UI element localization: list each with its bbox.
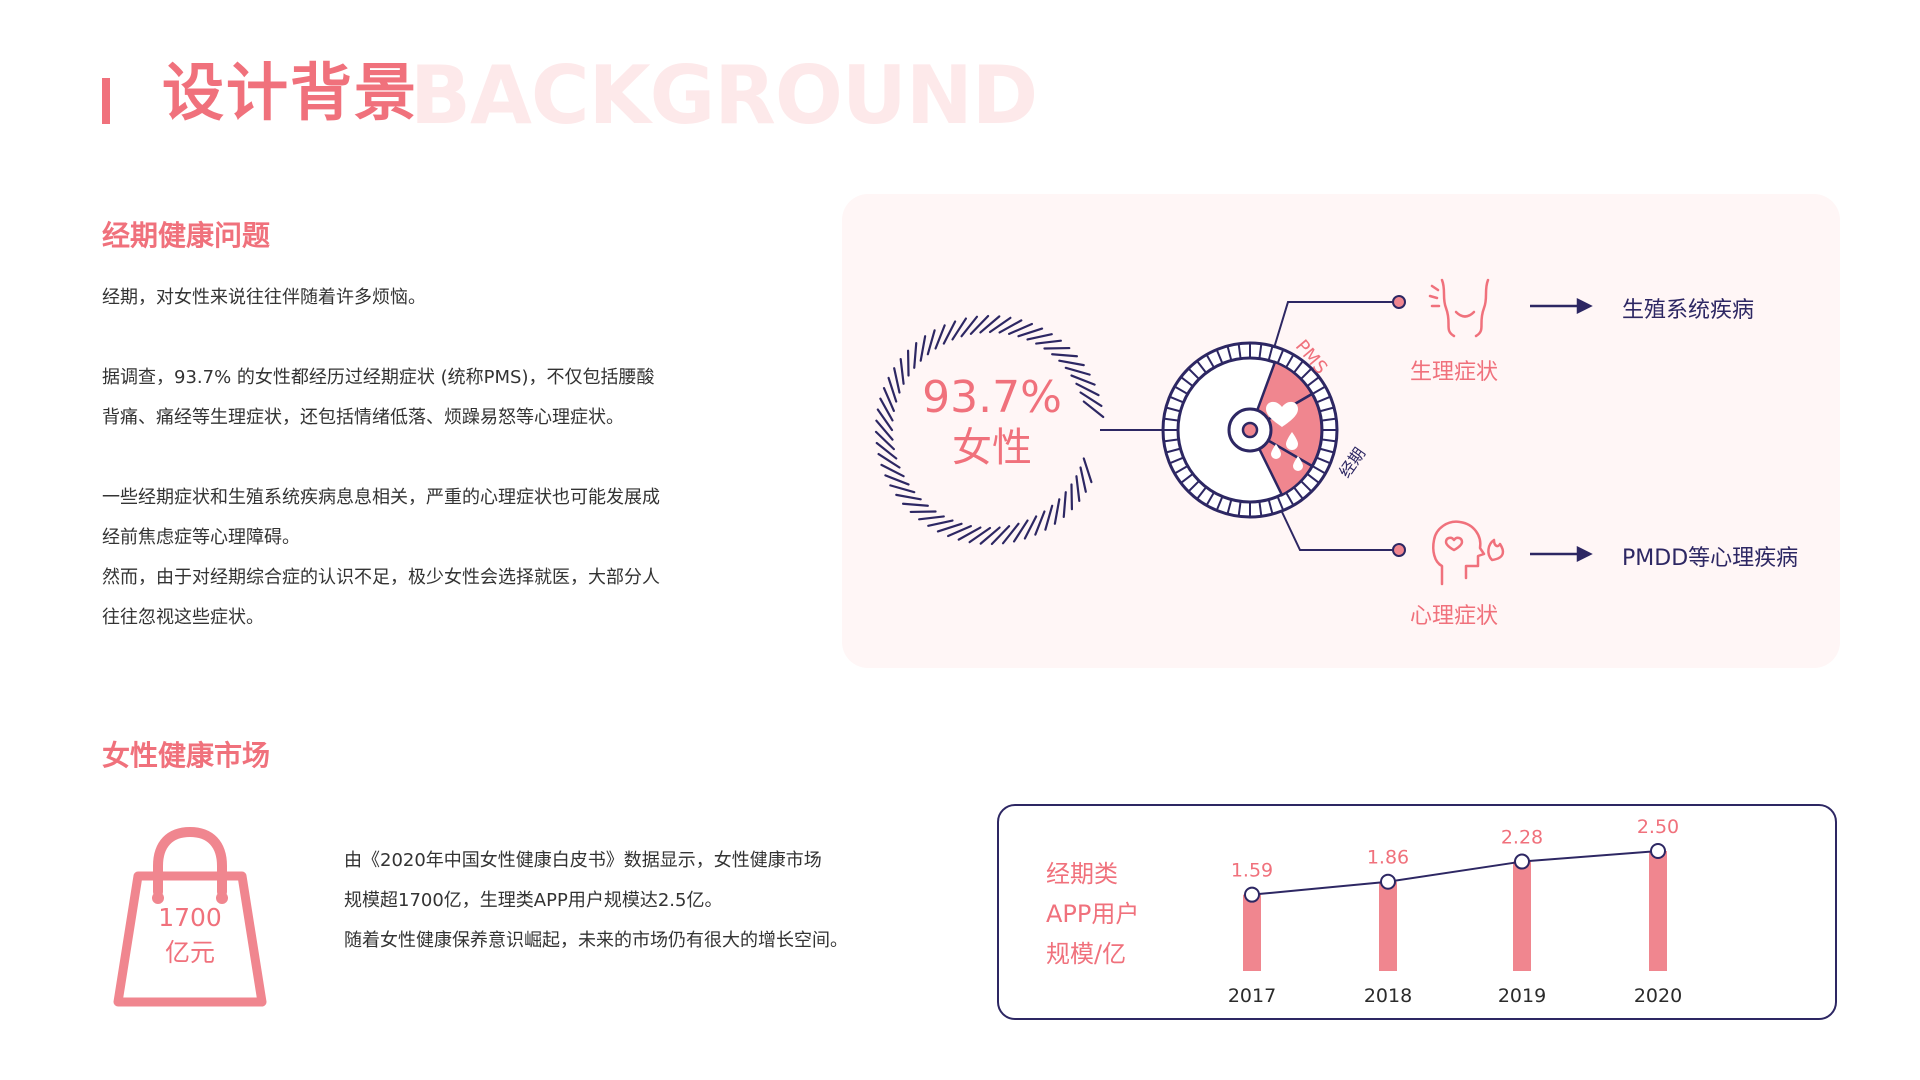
mental-symptom-label: 心理症状 bbox=[1410, 604, 1499, 629]
hatch-mark bbox=[927, 519, 954, 527]
paragraph-line: 往往忽视这些症状。 bbox=[102, 607, 264, 628]
hatch-mark bbox=[895, 493, 922, 501]
hatch-mark bbox=[1035, 339, 1062, 345]
app-user-chart: 1.59 2017 1.86 2018 2.28 2019 2.50 2020 bbox=[1228, 816, 1682, 1007]
hatch-mark bbox=[990, 525, 1011, 546]
x-tick-label-2017: 2017 bbox=[1228, 985, 1276, 1007]
paragraph-line: 据调查，93.7% 的女性都经历过经期症状 (统称PMS)，不仅包括腰酸 bbox=[102, 367, 655, 388]
paragraph-line: 背痛、痛经等生理症状，还包括情绪低落、烦躁易怒等心理症状。 bbox=[102, 407, 624, 428]
bar-2020 bbox=[1649, 851, 1667, 971]
paragraph-line: 经前焦虑症等心理障碍。 bbox=[102, 527, 300, 548]
value-label-2020: 2.50 bbox=[1637, 816, 1679, 838]
hatch-mark bbox=[1079, 466, 1087, 493]
mental-disease-label: PMDD等心理疾病 bbox=[1622, 546, 1799, 571]
page-title: 设计背景 bbox=[162, 56, 419, 129]
bag-unit: 亿元 bbox=[164, 938, 215, 967]
hatch-mark bbox=[1051, 353, 1079, 358]
x-tick-label-2020: 2020 bbox=[1634, 985, 1682, 1007]
hatch-mark bbox=[1062, 491, 1067, 519]
hatch-mark bbox=[968, 526, 992, 544]
hatch-mark bbox=[913, 341, 918, 369]
hatch-mark bbox=[1053, 498, 1061, 525]
stat-value: 93.7% bbox=[922, 372, 1062, 423]
paragraph-line: 经期，对女性来说往往伴随着许多烦恼。 bbox=[102, 287, 426, 308]
hatch-mark bbox=[1001, 522, 1020, 545]
value-label-2017: 1.59 bbox=[1231, 860, 1273, 882]
hatch-mark bbox=[1058, 359, 1085, 367]
hatch-mark bbox=[988, 316, 1012, 334]
head-heart-icon bbox=[1432, 520, 1505, 586]
hatch-mark bbox=[1017, 327, 1044, 338]
title-accent-bar bbox=[102, 78, 110, 124]
torso-icon bbox=[1428, 278, 1490, 338]
hatch-mark bbox=[901, 502, 929, 507]
hatch-mark bbox=[919, 335, 927, 362]
hatch-mark bbox=[1064, 366, 1091, 376]
arrow-icon-physical bbox=[1530, 297, 1593, 315]
section-title-period-health: 经期健康问题 bbox=[102, 219, 271, 252]
chart-title-line: 规模/亿 bbox=[1046, 940, 1127, 968]
connector-dot-mental bbox=[1392, 543, 1406, 557]
hatch-mark bbox=[926, 329, 936, 356]
hatch-mark bbox=[979, 315, 1001, 334]
hatch-mark bbox=[884, 474, 910, 486]
hatch-mark bbox=[936, 522, 963, 533]
bag-value: 1700 bbox=[158, 903, 222, 932]
bar-2018 bbox=[1379, 881, 1397, 971]
hatch-mark bbox=[934, 324, 946, 350]
bar-2019 bbox=[1513, 861, 1531, 971]
paragraph-line: 一些经期症状和生殖系统疾病息息相关，严重的心理症状也可能发展成 bbox=[102, 487, 660, 508]
bar-2017 bbox=[1243, 894, 1261, 971]
x-tick-label-2019: 2019 bbox=[1498, 985, 1546, 1007]
chart-title-line: 经期类 bbox=[1046, 860, 1118, 888]
hatch-mark bbox=[1044, 504, 1054, 531]
point-2018 bbox=[1380, 873, 1396, 890]
market-paragraph-line: 由《2020年中国女性健康白皮书》数据显示，女性健康市场 bbox=[344, 850, 822, 871]
stat-label: 女性 bbox=[952, 425, 1032, 471]
hatch-mark bbox=[960, 315, 979, 338]
point-2017 bbox=[1244, 886, 1260, 903]
connector-dot-physical bbox=[1392, 295, 1406, 309]
trend-line bbox=[1251, 850, 1659, 896]
hatch-mark bbox=[918, 515, 945, 521]
hatch-mark bbox=[1026, 333, 1053, 341]
point-2020 bbox=[1650, 843, 1666, 859]
value-label-2018: 1.86 bbox=[1367, 847, 1409, 869]
physical-disease-label: 生殖系统疾病 bbox=[1622, 298, 1755, 323]
point-2019 bbox=[1514, 853, 1530, 870]
hatch-mark bbox=[1034, 510, 1046, 536]
chart-title-line: APP用户 bbox=[1046, 900, 1140, 928]
value-label-2019: 2.28 bbox=[1501, 827, 1543, 849]
arrow-icon-mental bbox=[1530, 545, 1593, 563]
title-background-word: BACKGROUND bbox=[410, 49, 1038, 142]
paragraph-line: 然而，由于对经期综合症的认识不足，极少女性会选择就医，大部分人 bbox=[102, 567, 660, 588]
hatch-mark bbox=[969, 314, 990, 335]
section-title-women-health-market: 女性健康市场 bbox=[102, 739, 271, 772]
hatch-mark bbox=[889, 484, 916, 494]
hatch-mark bbox=[1075, 475, 1081, 502]
market-paragraph-line: 随着女性健康保养意识崛起，未来的市场仍有很大的增长空间。 bbox=[344, 930, 848, 951]
physical-symptom-label: 生理症状 bbox=[1410, 360, 1499, 385]
x-tick-label-2018: 2018 bbox=[1364, 985, 1412, 1007]
hatch-mark bbox=[979, 526, 1001, 545]
market-paragraph-line: 规模超1700亿，生理类APP用户规模达2.5亿。 bbox=[344, 890, 723, 911]
